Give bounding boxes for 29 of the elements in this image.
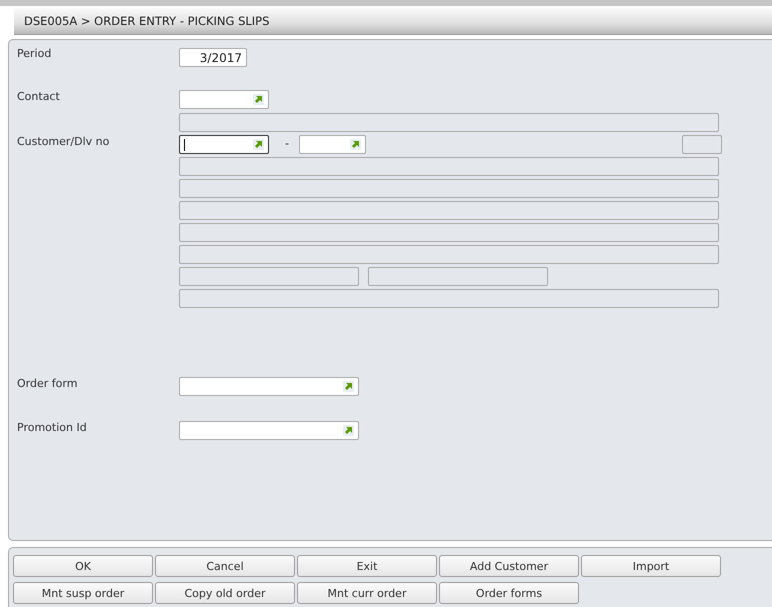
action-button[interactable]: Copy old order [155,582,295,604]
action-button[interactable]: OK [13,555,153,577]
lookup-icon[interactable] [343,425,354,436]
text-cursor [184,139,185,151]
promotion-label: Promotion Id [17,421,88,435]
window-title: DSE005A > ORDER ENTRY - PICKING SLIPS [14,8,772,35]
contact-field[interactable] [179,90,269,109]
action-button[interactable]: Exit [297,555,437,577]
period-field[interactable]: 3/2017 [179,48,247,67]
action-button[interactable]: Add Customer [439,555,579,577]
promotion-field[interactable] [179,421,359,440]
contact-label: Contact [17,90,61,104]
separator-text: - [285,136,289,152]
action-button[interactable]: Mnt curr order [297,582,437,604]
action-button[interactable]: Cancel [155,555,295,577]
order-form-label: Order form [17,377,78,391]
customer-field[interactable] [179,135,269,154]
period-label: Period [17,47,52,61]
lookup-icon[interactable] [350,139,361,150]
lookup-icon[interactable] [343,381,354,392]
order-form-field[interactable] [179,377,359,396]
action-button[interactable]: Order forms [439,582,579,604]
readonly-field [682,135,722,154]
action-button[interactable]: Import [581,555,721,577]
lookup-icon[interactable] [253,139,264,150]
action-button[interactable]: Mnt susp order [13,582,153,604]
lookup-icon[interactable] [253,94,264,105]
delivery-field[interactable] [298,135,366,154]
customer-label: Customer/Dlv no [17,135,110,149]
